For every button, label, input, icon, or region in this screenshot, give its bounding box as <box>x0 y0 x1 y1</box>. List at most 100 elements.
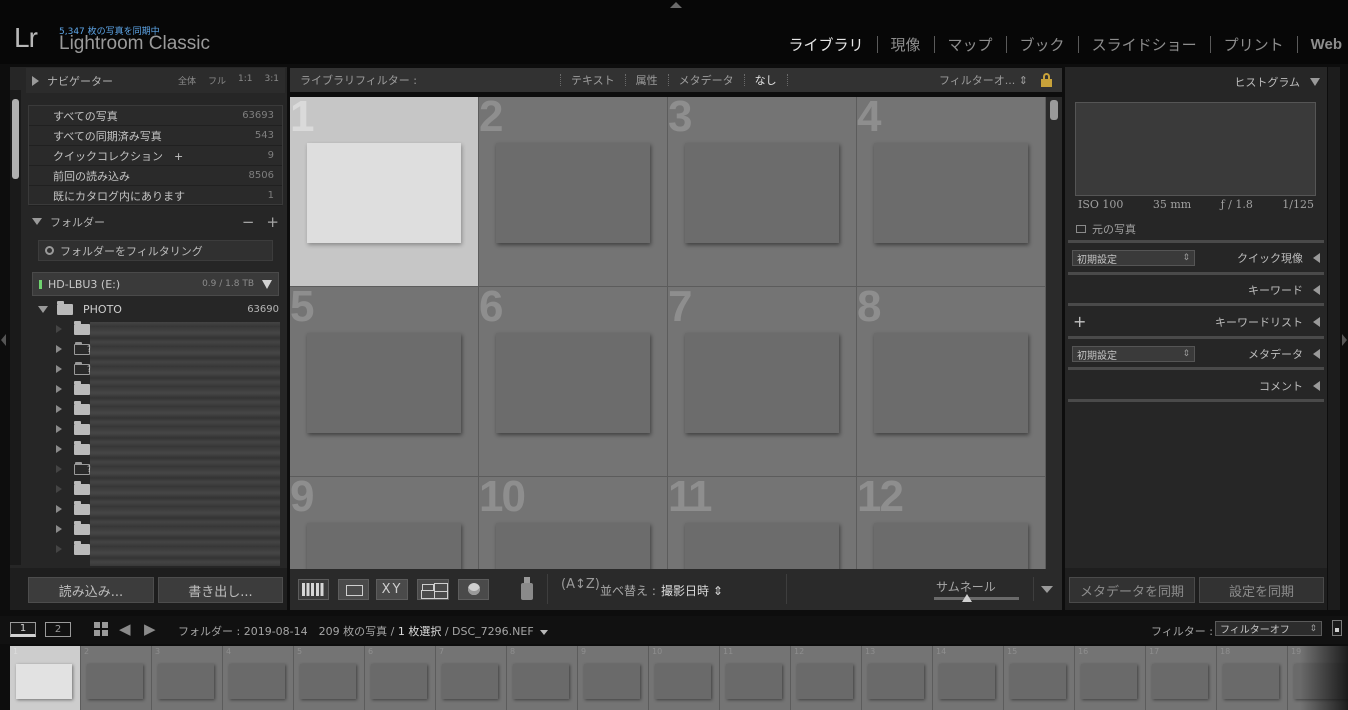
photo-thumbnail[interactable] <box>307 333 461 433</box>
filmstrip-thumbnail[interactable] <box>868 664 924 699</box>
filmstrip-cell[interactable]: 11 <box>720 646 791 710</box>
keywording-header[interactable]: キーワード <box>1068 281 1324 299</box>
thumbnail-size-slider-knob[interactable] <box>962 594 972 602</box>
filmstrip-thumbnail[interactable] <box>1010 664 1066 699</box>
keyword-list-header[interactable]: キーワードリスト <box>1068 313 1324 331</box>
folder-item-photo[interactable]: PHOTO 63690 <box>32 300 279 318</box>
checkbox-icon[interactable] <box>1076 225 1086 233</box>
lock-icon[interactable] <box>1041 73 1052 87</box>
grid-cell[interactable]: 9 <box>290 475 479 569</box>
grid-scroll-thumb[interactable] <box>1050 100 1058 120</box>
filmstrip-thumbnail[interactable] <box>1081 664 1137 699</box>
filmstrip-thumbnail[interactable] <box>726 664 782 699</box>
grid-cell[interactable]: 11 <box>668 475 857 569</box>
expand-triangle-icon[interactable] <box>56 385 62 393</box>
toolbar-options-menu[interactable] <box>1033 577 1059 601</box>
expand-triangle-icon[interactable] <box>56 425 62 433</box>
loupe-view-button[interactable] <box>338 579 369 600</box>
filmstrip-cell[interactable]: 17 <box>1146 646 1217 710</box>
module-book[interactable]: ブック <box>1007 34 1078 55</box>
filter-lock-switch[interactable] <box>1332 620 1342 636</box>
secondary-monitor-button[interactable]: 2 <box>45 622 71 637</box>
filmstrip-cell[interactable]: 9 <box>578 646 649 710</box>
compare-view-button[interactable]: XY <box>376 579 408 600</box>
expand-triangle-icon[interactable] <box>56 445 62 453</box>
right-panel-scrollbar[interactable] <box>1328 67 1340 610</box>
expand-triangle-icon[interactable] <box>38 305 48 313</box>
metadata-header[interactable]: メタデータ <box>1068 345 1324 363</box>
photo-thumbnail[interactable] <box>685 523 839 569</box>
survey-view-button[interactable] <box>417 579 449 600</box>
module-library[interactable]: ライブラリ <box>776 34 877 55</box>
forward-arrow-icon[interactable]: ▶ <box>144 620 156 638</box>
chevron-down-icon[interactable] <box>539 629 548 635</box>
filmstrip-thumbnail[interactable] <box>655 664 711 699</box>
filmstrip-cell[interactable]: 4 <box>223 646 294 710</box>
photo-thumbnail[interactable] <box>874 143 1028 243</box>
catalog-item-already-in-catalog[interactable]: 既にカタログ内にあります 1 <box>29 186 282 206</box>
top-panel-toggle-icon[interactable] <box>670 2 682 8</box>
filmstrip-thumbnail[interactable] <box>16 664 72 699</box>
filmstrip-cell[interactable]: 13 <box>862 646 933 710</box>
right-panel-toggle-icon[interactable] <box>1342 334 1347 346</box>
import-button[interactable]: 読み込み... <box>28 577 154 603</box>
filmstrip-cell[interactable]: 16 <box>1075 646 1146 710</box>
grid-cell[interactable]: 8 <box>857 285 1046 477</box>
remove-folder-button[interactable]: − <box>242 213 255 231</box>
navigator-header[interactable]: ナビゲーター 全体 フル 1:1 3:1 <box>26 68 285 93</box>
filmstrip-cell[interactable]: 5 <box>294 646 365 710</box>
add-folder-button[interactable]: + <box>266 213 279 231</box>
grid-cell[interactable]: 4 <box>857 97 1046 287</box>
thumbnail-size-slider[interactable] <box>934 597 1019 600</box>
zoom-3-1[interactable]: 3:1 <box>265 74 279 87</box>
filmstrip-thumbnail[interactable] <box>371 664 427 699</box>
filmstrip-cell[interactable]: 7 <box>436 646 507 710</box>
module-print[interactable]: プリント <box>1211 34 1297 55</box>
grid-cell[interactable]: 7 <box>668 285 857 477</box>
module-web[interactable]: Web <box>1298 36 1342 53</box>
filmstrip-cell[interactable]: 15 <box>1004 646 1075 710</box>
grid-cell[interactable]: 5 <box>290 285 479 477</box>
filmstrip-thumbnail[interactable] <box>513 664 569 699</box>
expand-triangle-icon[interactable] <box>56 365 62 373</box>
photo-thumbnail[interactable] <box>685 333 839 433</box>
module-slideshow[interactable]: スライドショー <box>1079 34 1210 55</box>
grid-view-button[interactable] <box>298 579 329 600</box>
photo-thumbnail[interactable] <box>685 143 839 243</box>
photo-thumbnail[interactable] <box>307 143 461 243</box>
photo-thumbnail[interactable] <box>874 523 1028 569</box>
filmstrip-thumbnail[interactable] <box>87 664 143 699</box>
folders-header[interactable]: フォルダー − + <box>26 209 285 234</box>
sync-metadata-button[interactable]: メタデータを同期 <box>1069 577 1195 603</box>
filmstrip-cell[interactable]: 3 <box>152 646 223 710</box>
grid-scrollbar[interactable] <box>1046 97 1062 569</box>
export-button[interactable]: 書き出し... <box>158 577 283 603</box>
expand-triangle-icon[interactable] <box>56 505 62 513</box>
filter-attribute[interactable]: 属性 <box>626 72 668 88</box>
filter-none[interactable]: なし <box>745 72 787 88</box>
people-view-button[interactable] <box>458 579 489 600</box>
photo-thumbnail[interactable] <box>496 333 650 433</box>
filmstrip-cell[interactable]: 2 <box>81 646 152 710</box>
zoom-fill[interactable]: フル <box>208 74 226 87</box>
filmstrip-cell[interactable]: 8 <box>507 646 578 710</box>
sort-order-select[interactable]: 撮影日時 ⇕ <box>661 582 723 599</box>
module-develop[interactable]: 現像 <box>878 34 934 55</box>
grid-cell[interactable]: 1 <box>290 97 479 287</box>
filmstrip-source-indicator[interactable]: フォルダー : 2019-08-14 209 枚の写真 / 1 枚選択 / DS… <box>178 623 548 639</box>
zoom-1-1[interactable]: 1:1 <box>238 74 252 87</box>
photo-thumbnail[interactable] <box>307 523 461 569</box>
filmstrip-thumbnail[interactable] <box>229 664 285 699</box>
painter-icon[interactable] <box>521 577 533 601</box>
back-arrow-icon[interactable]: ◀ <box>119 620 131 638</box>
filmstrip-cell[interactable]: 12 <box>791 646 862 710</box>
folder-filter-input[interactable]: フォルダーをフィルタリング <box>38 240 273 261</box>
filmstrip-thumbnail[interactable] <box>1152 664 1208 699</box>
grid-cell[interactable]: 12 <box>857 475 1046 569</box>
zoom-fit[interactable]: 全体 <box>178 74 196 87</box>
sort-direction-icon[interactable]: (A↕Z) <box>561 577 600 592</box>
filmstrip-cell[interactable]: 1 <box>10 646 81 710</box>
photo-thumbnail[interactable] <box>496 523 650 569</box>
grid-cell[interactable]: 10 <box>479 475 668 569</box>
filmstrip-cell[interactable]: 14 <box>933 646 1004 710</box>
